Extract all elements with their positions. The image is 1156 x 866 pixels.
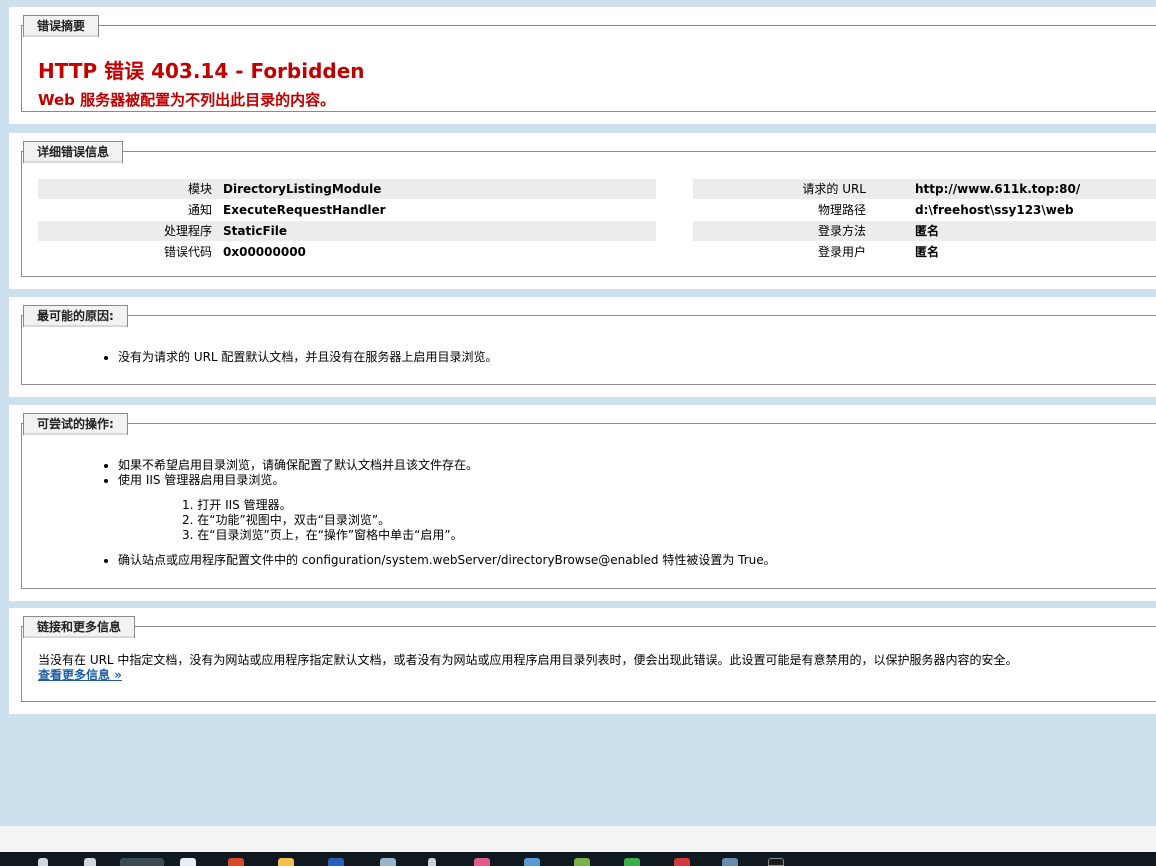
detail-value: DirectoryListingModule — [223, 182, 382, 196]
error-title: HTTP 错误 403.14 - Forbidden — [38, 59, 365, 83]
list-item: 确认站点或应用程序配置文件中的 configuration/system.web… — [104, 553, 776, 568]
app-icon[interactable] — [380, 858, 396, 866]
actions-steps: 1. 打开 IIS 管理器。 2. 在“功能”视图中，双击“目录浏览”。 3. … — [182, 498, 463, 543]
list-item: 使用 IIS 管理器启用目录浏览。 — [104, 473, 478, 488]
detail-label: 物理路径 — [817, 203, 866, 217]
detail-row-logon-method: 登录方法 匿名 — [693, 221, 1156, 241]
detail-label: 错误代码 — [163, 245, 212, 259]
links-panel: 链接和更多信息 当没有在 URL 中指定文档，没有为网站或应用程序指定默认文档，… — [9, 608, 1156, 714]
detail-value: http://www.611k.top:80/ — [915, 182, 1081, 196]
detail-row-handler: 处理程序 StaticFile — [38, 221, 656, 241]
detail-value: 匿名 — [915, 245, 940, 259]
app-icon[interactable] — [328, 858, 344, 866]
taskbar — [0, 852, 1156, 866]
causes-panel: 最可能的原因: 没有为请求的 URL 配置默认文档，并且没有在服务器上启用目录浏… — [9, 297, 1156, 397]
more-info-link[interactable]: 查看更多信息 » — [38, 666, 122, 683]
actions-legend: 可尝试的操作: — [23, 413, 128, 435]
list-item: 如果不希望启用目录浏览，请确保配置了默认文档并且该文件存在。 — [104, 458, 478, 473]
causes-legend: 最可能的原因: — [23, 305, 128, 327]
detail-row-error-code: 错误代码 0x00000000 — [38, 242, 656, 262]
detail-value: 匿名 — [915, 224, 940, 238]
step-item: 1. 打开 IIS 管理器。 — [182, 498, 292, 512]
detail-value: 0x00000000 — [223, 245, 306, 259]
detail-label: 通知 — [187, 203, 212, 217]
app-icon[interactable] — [474, 858, 490, 866]
app-icon[interactable] — [574, 858, 590, 866]
detail-label: 登录用户 — [817, 245, 866, 259]
step-item: 2. 在“功能”视图中，双击“目录浏览”。 — [182, 513, 391, 527]
detail-row-physical-path: 物理路径 d:\freehost\ssy123\web — [693, 200, 1156, 220]
details-panel: 详细错误信息 模块 DirectoryListingModule 通知 Exec… — [9, 133, 1156, 289]
detail-value: ExecuteRequestHandler — [223, 203, 386, 217]
app-icon[interactable] — [624, 858, 640, 866]
app-icon[interactable] — [768, 858, 784, 866]
details-legend: 详细错误信息 — [23, 141, 124, 163]
detail-row-module: 模块 DirectoryListingModule — [38, 179, 656, 199]
window-bottom-strip — [0, 826, 1156, 852]
browser-icon[interactable] — [120, 858, 164, 866]
detail-row-notification: 通知 ExecuteRequestHandler — [38, 200, 656, 220]
list-item: 没有为请求的 URL 配置默认文档，并且没有在服务器上启用目录浏览。 — [104, 350, 497, 365]
detail-label: 模块 — [187, 182, 212, 196]
detail-value: d:\freehost\ssy123\web — [915, 203, 1074, 217]
search-icon[interactable] — [38, 858, 48, 866]
task-view-icon[interactable] — [84, 858, 96, 866]
actions-list: 如果不希望启用目录浏览，请确保配置了默认文档并且该文件存在。 使用 IIS 管理… — [104, 458, 478, 488]
summary-legend: 错误摘要 — [23, 15, 100, 37]
detail-value: StaticFile — [223, 224, 288, 238]
detail-label: 请求的 URL — [802, 182, 866, 196]
detail-row-request-url: 请求的 URL http://www.611k.top:80/ — [693, 179, 1156, 199]
actions-panel: 可尝试的操作: 如果不希望启用目录浏览，请确保配置了默认文档并且该文件存在。 使… — [9, 405, 1156, 601]
app-icon[interactable] — [674, 858, 690, 866]
step-item: 3. 在“目录浏览”页上，在“操作”窗格中单击“启用”。 — [182, 528, 463, 542]
app-icon[interactable] — [180, 858, 196, 866]
links-description: 当没有在 URL 中指定文档，没有为网站或应用程序指定默认文档，或者没有为网站或… — [38, 653, 1018, 667]
detail-label: 处理程序 — [163, 224, 212, 238]
app-icon[interactable] — [722, 858, 738, 866]
causes-list: 没有为请求的 URL 配置默认文档，并且没有在服务器上启用目录浏览。 — [104, 350, 497, 365]
links-legend: 链接和更多信息 — [23, 616, 136, 638]
app-icon[interactable] — [524, 858, 540, 866]
detail-label: 登录方法 — [817, 224, 866, 238]
summary-panel: 错误摘要 HTTP 错误 403.14 - Forbidden Web 服务器被… — [9, 7, 1156, 124]
app-icon[interactable] — [428, 858, 436, 866]
folder-icon[interactable] — [278, 858, 294, 866]
error-subtitle: Web 服务器被配置为不列出此目录的内容。 — [38, 91, 336, 109]
detail-row-logon-user: 登录用户 匿名 — [693, 242, 1156, 262]
actions-list-final: 确认站点或应用程序配置文件中的 configuration/system.web… — [104, 553, 776, 568]
app-icon[interactable] — [228, 858, 244, 866]
